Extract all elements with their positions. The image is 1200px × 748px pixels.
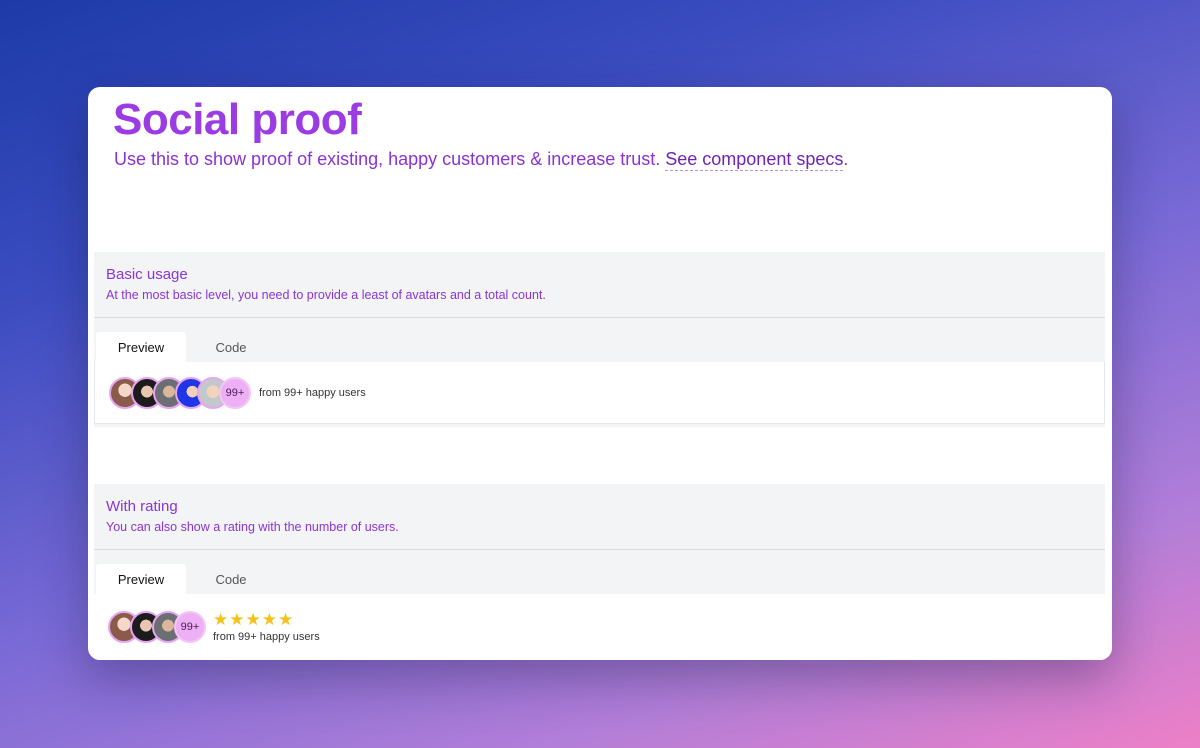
tab-bar: Preview Code xyxy=(94,318,1105,362)
avatar-group: 99+ xyxy=(108,611,206,643)
star-icon: ★ xyxy=(213,610,229,629)
avatar-group: 99+ xyxy=(109,376,251,409)
section-header: With rating You can also show a rating w… xyxy=(94,484,1105,550)
preview-panel: 99+ ★ ★ ★ ★ ★ from 99+ happy users xyxy=(94,594,1105,660)
star-rating: ★ ★ ★ ★ ★ xyxy=(213,611,320,628)
users-count-text: from 99+ happy users xyxy=(259,386,366,399)
tab-code[interactable]: Code xyxy=(186,332,276,362)
section-description: You can also show a rating with the numb… xyxy=(106,520,399,534)
star-icon: ★ xyxy=(245,610,261,629)
section-title: Basic usage xyxy=(106,266,188,283)
star-icon: ★ xyxy=(278,610,294,629)
users-count-text: from 99+ happy users xyxy=(213,631,320,643)
tab-preview[interactable]: Preview xyxy=(96,332,186,362)
section-description: At the most basic level, you need to pro… xyxy=(106,288,546,302)
preview-panel: 99+ from 99+ happy users xyxy=(94,362,1105,424)
component-specs-link[interactable]: See component specs xyxy=(665,149,844,171)
count-badge: 99+ xyxy=(219,376,251,409)
star-icon: ★ xyxy=(261,610,277,629)
section-basic-usage: Basic usage At the most basic level, you… xyxy=(94,252,1105,427)
rating-block: ★ ★ ★ ★ ★ from 99+ happy users xyxy=(213,611,320,643)
tab-code[interactable]: Code xyxy=(186,564,276,594)
star-icon: ★ xyxy=(229,610,245,629)
tab-preview[interactable]: Preview xyxy=(96,564,186,594)
tab-bar: Preview Code xyxy=(94,550,1105,594)
docs-card: Social proof Use this to show proof of e… xyxy=(88,87,1112,660)
page-subtitle: Use this to show proof of existing, happ… xyxy=(114,149,849,171)
section-with-rating: With rating You can also show a rating w… xyxy=(94,484,1105,660)
page-title: Social proof xyxy=(113,95,362,144)
count-badge: 99+ xyxy=(174,611,206,643)
section-title: With rating xyxy=(106,498,178,515)
section-header: Basic usage At the most basic level, you… xyxy=(94,252,1105,318)
subtitle-suffix: . xyxy=(843,149,849,169)
subtitle-text: Use this to show proof of existing, happ… xyxy=(114,149,666,169)
